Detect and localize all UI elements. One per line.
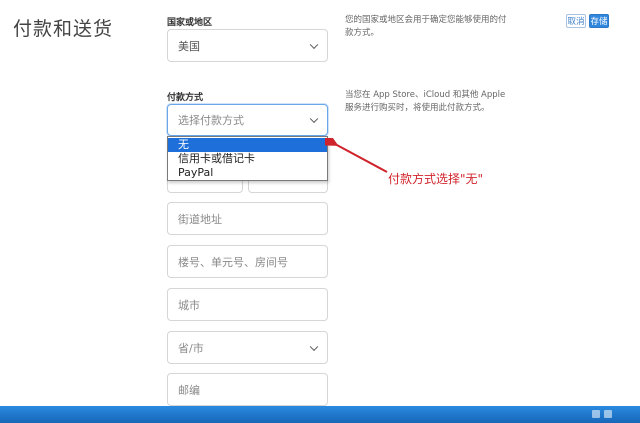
zip-placeholder: 邮编 — [178, 383, 200, 397]
annotation-text: 付款方式选择"无" — [388, 172, 484, 186]
annotation-arrow-icon — [325, 138, 388, 173]
option-none[interactable]: 无 — [168, 138, 327, 152]
city-input[interactable]: 城市 — [167, 288, 328, 321]
chevron-down-icon — [309, 40, 319, 49]
option-credit-card[interactable]: 信用卡或借记卡 — [168, 152, 327, 166]
unit-placeholder: 楼号、单元号、房间号 — [178, 255, 288, 269]
taskbar — [0, 406, 640, 423]
country-value: 美国 — [178, 39, 200, 53]
street-address-input[interactable]: 街道地址 — [167, 202, 328, 235]
city-placeholder: 城市 — [178, 298, 200, 312]
state-select[interactable]: 省/市 — [167, 331, 328, 364]
page-title: 付款和送货 — [13, 18, 114, 40]
payment-method-select[interactable]: 选择付款方式 — [167, 104, 328, 136]
cancel-button[interactable]: 取消 — [566, 14, 586, 28]
payment-options-list[interactable]: 无 信用卡或借记卡 PayPal — [167, 136, 328, 181]
street-placeholder: 街道地址 — [178, 212, 222, 226]
country-label: 国家或地区 — [167, 18, 213, 28]
country-hint: 您的国家或地区会用于确定您能够使用的付款方式。 — [345, 15, 507, 38]
chevron-down-icon — [309, 342, 319, 351]
volume-icon[interactable] — [604, 410, 612, 418]
payment-placeholder: 选择付款方式 — [178, 114, 244, 127]
unit-input[interactable]: 楼号、单元号、房间号 — [167, 245, 328, 278]
network-icon[interactable] — [592, 410, 600, 418]
option-paypal[interactable]: PayPal — [168, 166, 327, 180]
payment-hint: 当您在 App Store、iCloud 和其他 Apple 服务进行购买时，将… — [345, 90, 506, 113]
payment-label: 付款方式 — [167, 93, 204, 103]
state-placeholder: 省/市 — [178, 341, 204, 355]
chevron-down-icon — [309, 114, 319, 124]
country-select[interactable]: 美国 — [167, 29, 328, 62]
save-button[interactable]: 存储 — [589, 14, 609, 28]
zip-input[interactable]: 邮编 — [167, 373, 328, 406]
